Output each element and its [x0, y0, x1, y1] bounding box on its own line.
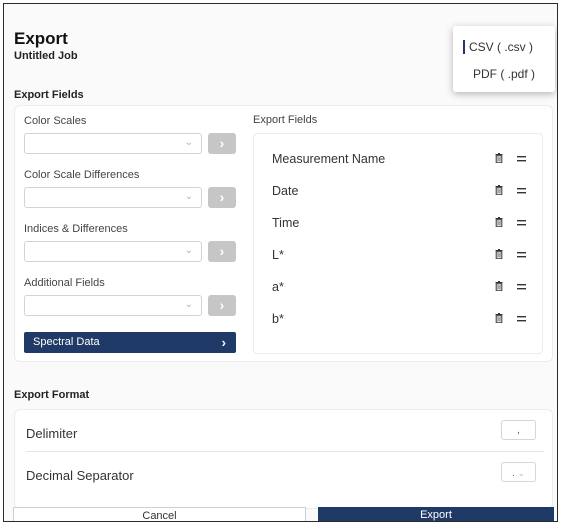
decimal-separator-label: Decimal Separator	[26, 468, 134, 483]
trash-icon[interactable]	[495, 185, 503, 195]
trash-icon[interactable]	[495, 217, 503, 227]
trash-icon[interactable]	[495, 313, 503, 323]
selected-fields-title: Export Fields	[253, 114, 318, 126]
footer-actions: Cancel Export	[4, 507, 557, 521]
indices-differences-dropdown[interactable]: ⌄	[24, 241, 202, 262]
trash-icon[interactable]	[495, 153, 503, 163]
drag-handle-icon[interactable]	[517, 220, 526, 226]
chevron-down-icon: ⌄	[184, 137, 193, 148]
color-scale-differences-dropdown[interactable]: ⌄	[24, 187, 202, 208]
list-item: a*	[272, 277, 532, 299]
color-scales-dropdown[interactable]: ⌄	[24, 133, 202, 154]
decimal-separator-value: .	[511, 468, 515, 479]
drag-handle-icon[interactable]	[517, 156, 526, 162]
chevron-down-icon: ⌄	[184, 245, 193, 256]
trash-icon[interactable]	[495, 249, 503, 259]
export-format-heading: Export Format	[14, 389, 90, 401]
chevron-right-icon: ›	[221, 335, 226, 350]
list-item: Date	[272, 181, 532, 203]
additional-fields-label: Additional Fields	[24, 277, 105, 289]
divider	[26, 451, 544, 452]
cancel-button[interactable]: Cancel	[13, 507, 306, 521]
delimiter-label: Delimiter	[26, 426, 78, 441]
selected-indicator	[463, 40, 465, 54]
drag-handle-icon[interactable]	[517, 284, 526, 290]
field-name: Measurement Name	[272, 152, 386, 166]
list-item: L*	[272, 245, 532, 267]
export-format-panel	[14, 409, 553, 509]
decimal-separator-select[interactable]: . ⌄	[501, 462, 536, 482]
drag-handle-icon[interactable]	[517, 252, 526, 258]
field-name: Date	[272, 184, 299, 198]
selected-fields-list: Measurement Name Date Time L* a* b*	[253, 133, 543, 354]
color-scales-label: Color Scales	[24, 115, 87, 127]
export-button[interactable]: Export	[318, 507, 554, 521]
chevron-right-icon: ›	[219, 189, 225, 205]
format-option-csv[interactable]: CSV ( .csv )	[453, 35, 555, 59]
spectral-data-label: Spectral Data	[33, 336, 100, 348]
chevron-down-icon: ⌄	[184, 191, 193, 202]
chevron-right-icon: ›	[219, 135, 225, 151]
color-scale-differences-label: Color Scale Differences	[24, 169, 140, 181]
add-indices-differences-button[interactable]: ›	[208, 241, 236, 262]
drag-handle-icon[interactable]	[517, 316, 526, 322]
chevron-right-icon: ›	[219, 297, 225, 313]
export-dialog: Export Untitled Job Export Fields Color …	[3, 3, 558, 522]
format-option-label: PDF ( .pdf )	[473, 67, 536, 81]
dialog-title: Export	[14, 29, 68, 48]
indices-differences-label: Indices & Differences	[24, 223, 128, 235]
drag-handle-icon[interactable]	[517, 188, 526, 194]
format-option-label: CSV ( .csv )	[469, 40, 534, 54]
format-menu: CSV ( .csv ) PDF ( .pdf )	[453, 26, 555, 92]
job-name: Untitled Job	[14, 50, 78, 62]
format-option-pdf[interactable]: PDF ( .pdf )	[453, 62, 555, 86]
list-item: Measurement Name	[272, 149, 532, 171]
additional-fields-dropdown[interactable]: ⌄	[24, 295, 202, 316]
add-color-scale-differences-button[interactable]: ›	[208, 187, 236, 208]
chevron-down-icon: ⌄	[184, 299, 193, 310]
list-item: b*	[272, 309, 532, 331]
trash-icon[interactable]	[495, 281, 503, 291]
field-name: b*	[272, 312, 284, 326]
field-name: Time	[272, 216, 300, 230]
field-name: L*	[272, 248, 284, 262]
chevron-down-icon: ⌄	[517, 468, 526, 478]
add-additional-fields-button[interactable]: ›	[208, 295, 236, 316]
field-name: a*	[272, 280, 284, 294]
list-item: Time	[272, 213, 532, 235]
chevron-right-icon: ›	[219, 243, 225, 259]
delimiter-input[interactable]: ,	[501, 420, 536, 440]
add-color-scales-button[interactable]: ›	[208, 133, 236, 154]
spectral-data-button[interactable]: Spectral Data ›	[24, 332, 236, 353]
export-fields-heading: Export Fields	[14, 89, 84, 101]
